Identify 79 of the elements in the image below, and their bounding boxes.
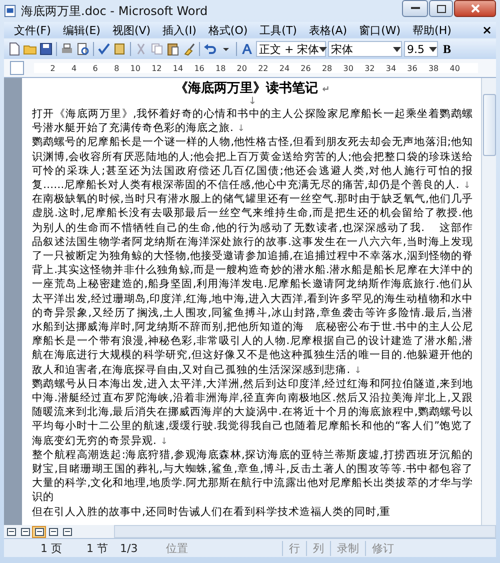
document-icon [4, 4, 17, 18]
minimize-button[interactable] [402, 0, 428, 17]
ruler-number: 38 [427, 64, 439, 72]
printer-icon[interactable] [60, 42, 74, 56]
vertical-scrollbar[interactable] [481, 78, 496, 525]
paragraph-text: 整个航程高潮迭起:海底狩猎,参观海底森林,探访海底的亚特兰蒂斯废墟,打捞西班牙沉船的财宝,目睹珊瑚王国的葬礼,与大蜘蛛,鲨鱼,章鱼,博斗,反击土著人的围攻等等.书中都包容了大量的科学,文化和地理,地质学.阿尤那斯在航行中流露出他对尼摩船长出类拔萃的才华与学识的 [32, 448, 473, 505]
new-document-icon[interactable] [7, 42, 21, 56]
maximize-icon [436, 4, 446, 12]
ruler-number: 18 [214, 64, 226, 72]
close-button[interactable] [454, 0, 496, 17]
ruler-number: 16 [193, 64, 204, 72]
close-icon [470, 4, 480, 13]
ruler-number: 24 [278, 64, 290, 72]
ruler-number: 6 [92, 64, 98, 72]
style-dropdown[interactable]: 正文 + 宋体 [256, 41, 326, 57]
save-icon[interactable] [39, 42, 53, 56]
ruler-number: 4 [70, 64, 77, 72]
status-field: 修订 [365, 540, 400, 556]
tab-selector[interactable] [10, 61, 24, 75]
ruler-number: 40 [448, 64, 460, 72]
window-title: 海底两万里.doc - Microsoft Word [21, 2, 209, 20]
font-dropdown[interactable]: 宋体 [328, 41, 402, 57]
ruler-number: 22 [257, 64, 268, 72]
menu-item[interactable]: 窗口(W) [353, 22, 407, 38]
close-document-button[interactable]: × [482, 23, 492, 37]
ruler-number: 14 [172, 64, 184, 72]
dropdown-caret-icon [319, 46, 328, 52]
status-field: 录制 [330, 540, 365, 556]
menu-item[interactable]: 视图(V) [106, 22, 157, 38]
paragraph-mark: ↓ [247, 97, 258, 107]
outline-view-icon[interactable] [46, 526, 60, 538]
ruler-number: 8 [113, 64, 120, 72]
maximize-button[interactable] [429, 0, 453, 17]
paintbrush-icon[interactable] [182, 42, 196, 56]
paragraph-text: 鹦鹉螺号的尼摩船长是一个谜一样的人物,他性格古怪,但看到朋友死去却会无声地落泪;他知识渊博,会收容所有厌恶陆地的人;他会把上百万黄金送给穷苦的人;他会把整口袋的珍珠送给可怜的采珠人;甚至还为法国政府偿还几百亿国债;他还会逃避人类,对他人施行可怕的报复……尼摩船长对人类有根深蒂固的不信任感,他心中充满无尽的痛苦,却仍是个善良的人. ↓ [32, 135, 473, 192]
font-size-dropdown[interactable]: 9.5 [404, 41, 438, 57]
ruler-number: 12 [150, 64, 162, 72]
ruler-number: 28 [320, 64, 332, 72]
menu-item[interactable]: 文件(F) [8, 22, 57, 38]
menu-item[interactable]: 格式(O) [202, 22, 254, 38]
ruler-number: 30 [342, 64, 354, 72]
ruler-number: 26 [300, 64, 311, 72]
status-field: 行 [282, 540, 306, 556]
paragraph-mark: ↵ [322, 85, 330, 95]
dropdown-caret-icon [429, 46, 437, 52]
bold-button[interactable]: B [440, 42, 454, 56]
ruler-number: 20 [236, 64, 247, 72]
dropdown-caret-icon [393, 46, 401, 52]
reading-view-icon[interactable] [60, 526, 74, 538]
web-view-icon[interactable] [18, 526, 32, 538]
status-field: 位置 [160, 540, 282, 556]
menu-item[interactable]: 编辑(E) [56, 22, 106, 38]
menu-item[interactable]: 帮助(H) [406, 22, 458, 38]
ruler-number: 10 [129, 64, 140, 72]
status-field: 列 [306, 540, 330, 556]
ruler-number: 32 [364, 64, 375, 72]
paragraph-text: 在南极缺氧的时候,当时只有潜水服上的储气罐里还有一丝空气.那时由于缺乏氧气,他们几乎虚脱.这时,尼摩船长没有去吸那最后一丝空气来维持生命,而是把生还的机会留给了教授.他为别人的生命而不惜牺牲自己的生命,他的行为感动了无数读者,也深深感动了我. 这部作品叙述法国生物学者阿龙纳斯在海洋深处旅行的故事.这事发生在一八六六年,当时海上发现了一只被断定为独角鲸的大怪物,他接受邀请参加追捕,在追捕过程中不幸落水,泅到怪物的脊背上.其实这怪物并非什么独角鲸,而是一艘构造奇妙的潜水船.潜水船是船长尼摩在大洋中的一座荒岛上秘密建造的,船身坚固,利用海洋发电.尼摩船长邀请阿龙纳斯作海底旅行.他们从太平洋出发,经过珊瑚岛,印度洋,红海,地中海,进入大西洋,看到许多罕见的海生动植物和水中的奇异景象,又经历了搁浅,土人围攻,同鲨鱼搏斗,冰山封路,章鱼袭击等许多险情.最后,当潜水船到达挪威海岸时,阿龙纳斯不辞而别,把他所知道的海 底秘密公布于世.书中的主人公尼摩船长是一个带有浪漫,神秘色彩,非常吸引人的人物.尼摩根据自己的设计建造了潜水船,潜航在海底进行大规模的科学研究,但这好像又不是他这种孤独生活的唯一目的.他躲避开他的敌人和迫害者,在海底探寻自由,又对自己孤独的生活深深感到悲痛. ↓ [32, 192, 473, 377]
status-field: 1 页 [4, 540, 68, 556]
document-heading: 《海底两万里》读书笔记 [175, 81, 318, 96]
paragraph-text: 鹦鹉螺号从日本海出发,进入太平洋,大洋洲,然后到达印度洋,经过红海和阿拉伯隧道,来到地中海.潜艇经过直布罗陀海峡,沿着非洲海岸,径直奔向南极地区.然后又沿拉美海岸北上,又跟随暖流来到北海,最后消失在挪威西海岸的大旋涡中.在将近十个月的海底旅程中,鹦鹉螺号以平均每小时十二公里的航速,缓缓行驶.我觉得我自己也随着尼摩船长和他的“客人们”饱览了海底变幻无穷的奇景异观. ↓ [32, 376, 473, 448]
paragraph-text: 但在引人入胜的故事中,还同时告诫人们在看到科学技术造福人类的同时,重 [32, 504, 392, 519]
status-field: 1/3 [114, 542, 160, 554]
menu-item[interactable]: 插入(I) [156, 22, 202, 38]
minimize-icon [410, 7, 420, 10]
ruler-number: 34 [384, 64, 396, 72]
undo-icon[interactable] [203, 42, 217, 56]
menu-item[interactable]: 工具(T) [254, 22, 303, 38]
paste-icon[interactable] [166, 42, 180, 56]
ruler-number: 36 [406, 64, 418, 72]
status-field: 1 节 [68, 540, 114, 556]
print-layout-icon[interactable] [32, 526, 46, 538]
paragraph-text: 打开《海底两万里》,我怀着好奇的心情和书中的主人公探险家尼摩船长一起乘坐着鹦鹉螺号潜水艇开始了充满传奇色彩的海底之旅. ↓ [32, 107, 473, 136]
normal-view-icon[interactable] [4, 526, 18, 538]
ruler-number: 2 [49, 64, 56, 72]
spelling-check-icon[interactable] [97, 42, 111, 56]
menu-item[interactable]: 表格(A) [302, 22, 354, 38]
scroll-thumb[interactable] [482, 94, 496, 156]
print-preview-icon[interactable] [76, 42, 90, 56]
horizontal-scrollbar[interactable] [114, 525, 496, 538]
